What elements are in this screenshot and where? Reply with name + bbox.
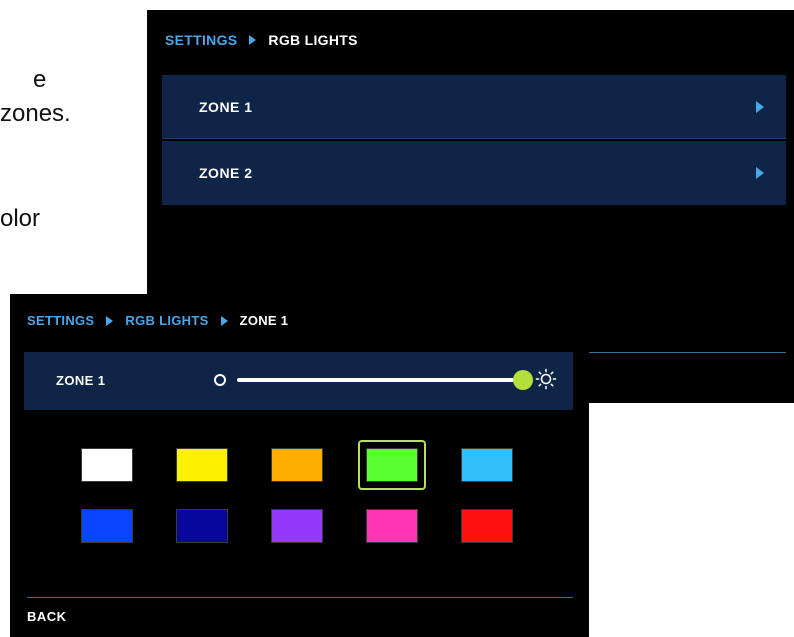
bright-brightness-icon xyxy=(535,368,557,390)
zone-1-screen: SETTINGS RGB LIGHTS ZONE 1 ZONE 1 BACK xyxy=(10,294,589,637)
zone-1-label: ZONE 1 xyxy=(199,98,253,115)
breadcrumb-rgb-lights[interactable]: RGB LIGHTS xyxy=(125,313,208,328)
color-swatch-pink[interactable] xyxy=(366,509,418,543)
breadcrumb-zone-1: ZONE 1 xyxy=(239,313,289,328)
zone-2-label: ZONE 2 xyxy=(199,165,253,181)
breadcrumb-settings[interactable]: SETTINGS xyxy=(165,32,237,48)
zone-title: ZONE 1 xyxy=(56,373,106,388)
color-swatch-orange[interactable] xyxy=(271,448,323,482)
chevron-right-icon xyxy=(756,100,764,113)
color-swatch-white[interactable] xyxy=(81,448,133,482)
color-swatch-yellow[interactable] xyxy=(176,448,228,482)
brightness-slider-fill xyxy=(237,378,523,382)
breadcrumb-rgb-lights: RGB LIGHTS xyxy=(268,32,358,48)
document-text-line-2: zones. xyxy=(0,100,71,127)
color-swatch-red[interactable] xyxy=(461,509,513,543)
brightness-bar: ZONE 1 xyxy=(24,352,573,410)
back-button[interactable]: BACK xyxy=(27,609,67,624)
breadcrumb-chevron-icon xyxy=(249,35,257,45)
brightness-slider-thumb[interactable] xyxy=(513,370,533,390)
color-swatch-purple[interactable] xyxy=(271,509,323,543)
chevron-right-icon xyxy=(756,167,764,179)
zone-1-row[interactable]: ZONE 1 xyxy=(162,75,786,139)
breadcrumb: SETTINGS RGB LIGHTS xyxy=(165,32,358,48)
document-text-line-1: e xyxy=(33,66,47,93)
color-swatch-navy[interactable] xyxy=(176,509,228,543)
document-text-line-3: olor xyxy=(0,205,41,232)
breadcrumb: SETTINGS RGB LIGHTS ZONE 1 xyxy=(27,313,288,328)
breadcrumb-settings[interactable]: SETTINGS xyxy=(27,313,94,328)
dim-brightness-icon xyxy=(214,374,226,386)
brightness-slider[interactable] xyxy=(237,370,533,390)
breadcrumb-chevron-icon xyxy=(220,315,228,326)
footer-divider xyxy=(27,597,573,598)
breadcrumb-chevron-icon xyxy=(106,315,114,326)
color-swatch-light-blue[interactable] xyxy=(461,448,513,482)
color-swatch-blue[interactable] xyxy=(81,509,133,543)
zone-2-row[interactable]: ZONE 2 xyxy=(162,141,786,205)
selected-swatch-ring xyxy=(358,440,426,490)
